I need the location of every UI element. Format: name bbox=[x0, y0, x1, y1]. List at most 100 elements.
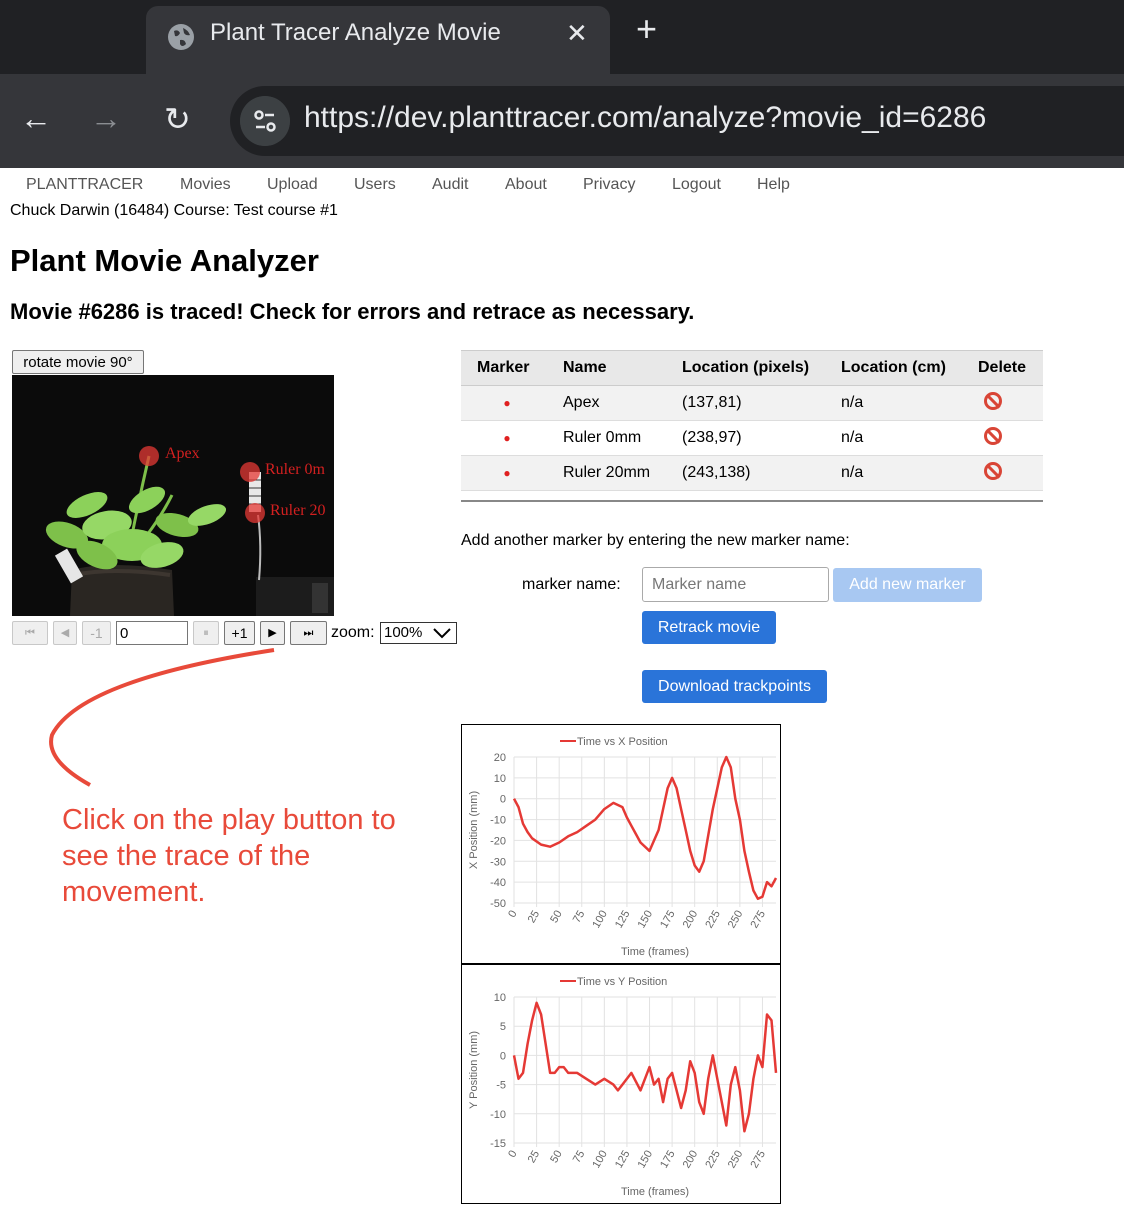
marker-name: Ruler 0mm bbox=[553, 420, 672, 456]
browser-tab-bar: Plant Tracer Analyze Movie ✕ + bbox=[0, 0, 1124, 74]
table-row: ● Ruler 0mm (238,97) n/a bbox=[461, 420, 1043, 456]
zoom-value: 100% bbox=[384, 624, 423, 641]
download-trackpoints-button[interactable]: Download trackpoints bbox=[642, 670, 827, 703]
markers-table: Marker Name Location (pixels) Location (… bbox=[461, 350, 1043, 491]
nav-planttracer[interactable]: PLANTTRACER bbox=[26, 176, 143, 194]
nav-privacy[interactable]: Privacy bbox=[583, 176, 635, 194]
col-name: Name bbox=[553, 350, 672, 386]
y-tick-label: 0 bbox=[500, 1050, 506, 1062]
y-tick-label: -15 bbox=[490, 1138, 506, 1150]
x-tick-label: 250 bbox=[726, 1149, 746, 1171]
marker-dot-icon: ● bbox=[461, 420, 553, 456]
x-axis-label: Time (frames) bbox=[621, 946, 689, 958]
page-title: Plant Movie Analyzer bbox=[10, 243, 319, 278]
address-bar[interactable]: https://dev.planttracer.com/analyze?movi… bbox=[230, 86, 1124, 156]
delete-icon[interactable] bbox=[984, 391, 1002, 410]
ruler-0mm-marker[interactable] bbox=[240, 462, 260, 482]
x-tick-label: 50 bbox=[548, 909, 565, 926]
y-tick-label: -50 bbox=[490, 898, 506, 910]
x-tick-label: 200 bbox=[681, 909, 701, 931]
nav-logout[interactable]: Logout bbox=[672, 176, 721, 194]
marker-dot-icon: ● bbox=[461, 385, 553, 421]
col-marker: Marker bbox=[461, 350, 553, 386]
x-tick-label: 250 bbox=[726, 909, 746, 931]
nav-about[interactable]: About bbox=[505, 176, 547, 194]
retrack-movie-button[interactable]: Retrack movie bbox=[642, 611, 776, 644]
y-tick-label: 20 bbox=[494, 752, 506, 764]
rotate-movie-button[interactable]: rotate movie 90° bbox=[12, 350, 144, 374]
y-position-chart: 10 5 0 -5 -10 -15 0 25 50 75 100 125 150 175 200 225 250… bbox=[461, 964, 781, 1204]
last-frame-button[interactable]: ⏭ bbox=[290, 621, 327, 645]
series-line bbox=[512, 1001, 778, 1133]
forward-arrow-icon[interactable]: → bbox=[90, 100, 122, 137]
back-arrow-icon[interactable]: ← bbox=[20, 100, 52, 137]
legend-label: Time vs Y Position bbox=[577, 976, 667, 988]
tab-title: Plant Tracer Analyze Movie bbox=[210, 19, 501, 46]
x-tick-label: 0 bbox=[506, 1149, 519, 1160]
x-tick-label: 275 bbox=[748, 1149, 768, 1171]
y-tick-label: 0 bbox=[500, 794, 506, 806]
marker-name: Apex bbox=[553, 385, 672, 421]
x-tick-label: 225 bbox=[703, 909, 723, 931]
y-tick-label: -5 bbox=[496, 1080, 506, 1092]
x-tick-label: 275 bbox=[748, 909, 768, 931]
browser-toolbar: ← → ↻ https://dev.planttracer.com/analyz… bbox=[0, 74, 1124, 168]
close-tab-icon[interactable]: ✕ bbox=[566, 18, 588, 49]
marker-location-cm: n/a bbox=[831, 455, 968, 491]
y-tick-label: -40 bbox=[490, 877, 506, 889]
add-new-marker-button[interactable]: Add new marker bbox=[833, 568, 982, 602]
browser-tab[interactable]: Plant Tracer Analyze Movie ✕ bbox=[146, 6, 610, 74]
y-tick-label: -30 bbox=[490, 856, 506, 868]
new-tab-icon[interactable]: + bbox=[636, 8, 657, 50]
annotation-arrow-icon bbox=[49, 648, 275, 787]
plant-frame-image bbox=[12, 375, 334, 616]
movie-canvas[interactable]: Apex Ruler 0m Ruler 20 bbox=[12, 375, 334, 616]
x-tick-label: 50 bbox=[548, 1149, 565, 1166]
marker-location-px: (243,138) bbox=[672, 455, 831, 491]
apex-marker[interactable] bbox=[139, 446, 159, 466]
x-tick-label: 225 bbox=[703, 1149, 723, 1171]
nav-movies[interactable]: Movies bbox=[180, 176, 231, 194]
x-tick-label: 75 bbox=[571, 1149, 588, 1166]
table-row: ● Ruler 20mm (243,138) n/a bbox=[461, 455, 1043, 491]
marker-location-px: (238,97) bbox=[672, 420, 831, 456]
x-tick-label: 75 bbox=[571, 909, 588, 926]
delete-icon[interactable] bbox=[984, 461, 1002, 480]
zoom-label: zoom: bbox=[331, 624, 375, 641]
marker-location-px: (137,81) bbox=[672, 385, 831, 421]
x-tick-label: 150 bbox=[636, 909, 656, 931]
marker-name-label: marker name: bbox=[522, 576, 621, 593]
y-tick-label: 10 bbox=[494, 773, 506, 785]
nav-users[interactable]: Users bbox=[354, 176, 396, 194]
chevron-down-icon bbox=[433, 628, 451, 639]
x-axis-label: Time (frames) bbox=[621, 1186, 689, 1198]
col-location-pixels: Location (pixels) bbox=[672, 350, 831, 386]
x-tick-label: 175 bbox=[658, 1149, 678, 1171]
marker-name: Ruler 20mm bbox=[553, 455, 672, 491]
zoom-select[interactable]: 100% bbox=[380, 622, 457, 644]
nav-help[interactable]: Help bbox=[757, 176, 790, 194]
reload-icon[interactable]: ↻ bbox=[164, 100, 191, 138]
marker-dot-icon: ● bbox=[461, 455, 553, 491]
y-tick-label: -10 bbox=[490, 815, 506, 827]
divider bbox=[461, 500, 1043, 502]
apex-label: Apex bbox=[165, 445, 200, 462]
x-tick-label: 100 bbox=[590, 1149, 610, 1171]
url-text: https://dev.planttracer.com/analyze?movi… bbox=[304, 101, 987, 134]
globe-icon bbox=[168, 24, 194, 50]
table-row: ● Apex (137,81) n/a bbox=[461, 385, 1043, 421]
nav-upload[interactable]: Upload bbox=[267, 176, 318, 194]
y-tick-label: 5 bbox=[500, 1021, 506, 1033]
col-delete: Delete bbox=[968, 350, 1043, 386]
x-tick-label: 125 bbox=[613, 909, 633, 931]
ruler-20mm-marker[interactable] bbox=[245, 503, 265, 523]
nav-audit[interactable]: Audit bbox=[432, 176, 468, 194]
site-settings-icon[interactable] bbox=[240, 96, 290, 146]
delete-icon[interactable] bbox=[984, 426, 1002, 445]
add-marker-prompt: Add another marker by entering the new m… bbox=[461, 532, 850, 549]
y-tick-label: -10 bbox=[490, 1109, 506, 1121]
marker-name-input[interactable]: Marker name bbox=[642, 567, 829, 602]
x-position-chart: 20 10 0 -10 -20 -30 -40 -50 0 25 50 75 100 125 150 175 2… bbox=[461, 724, 781, 964]
x-tick-label: 175 bbox=[658, 909, 678, 931]
col-location-cm: Location (cm) bbox=[831, 350, 968, 386]
